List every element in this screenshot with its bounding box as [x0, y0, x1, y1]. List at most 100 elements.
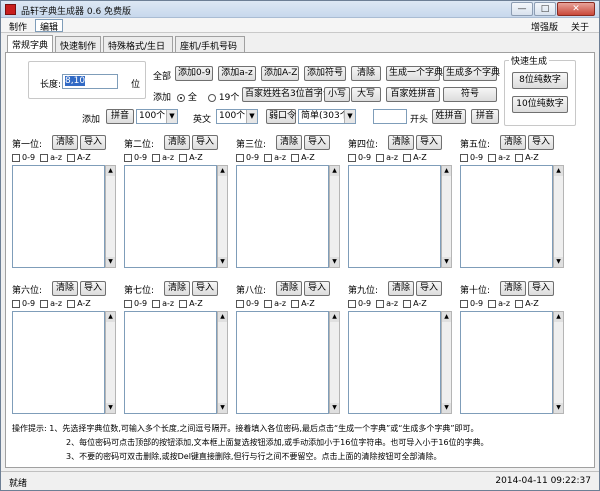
scroll-up-icon[interactable]: ▲ [330, 166, 339, 176]
scroll-down-icon[interactable]: ▼ [330, 403, 339, 413]
slot-checkbox-upper[interactable]: A-Z [515, 153, 539, 162]
checkbox-icon[interactable] [152, 153, 161, 162]
slot-scrollbar[interactable]: ▲ ▼ [105, 165, 116, 268]
slot-checkbox-upper[interactable]: A-Z [291, 299, 315, 308]
scroll-down-icon[interactable]: ▼ [218, 403, 227, 413]
slot-listbox[interactable] [348, 165, 441, 268]
slot-import-button[interactable]: 导入 [192, 281, 218, 296]
scroll-up-icon[interactable]: ▲ [442, 312, 451, 322]
prefix-input[interactable] [373, 109, 407, 124]
slot-checkbox-lower[interactable]: a-z [152, 299, 174, 308]
menu-edit[interactable]: 编辑 [35, 19, 64, 33]
slot-checkbox-upper[interactable]: A-Z [67, 299, 91, 308]
checkbox-icon[interactable] [460, 299, 468, 308]
scroll-down-icon[interactable]: ▼ [106, 257, 115, 267]
slot-checkbox-upper[interactable]: A-Z [403, 299, 427, 308]
checkbox-icon[interactable] [179, 299, 188, 308]
slot-checkbox-lower[interactable]: a-z [488, 299, 510, 308]
pinyin-button[interactable]: 拼音 [106, 109, 134, 124]
scroll-down-icon[interactable]: ▼ [554, 257, 563, 267]
slot-checkbox-digits[interactable]: 0-9 [12, 299, 35, 308]
checkbox-icon[interactable] [264, 153, 273, 162]
generate-one-dict-button[interactable]: 生成一个字典 [386, 66, 443, 81]
checkbox-icon[interactable] [488, 153, 497, 162]
slot-scrollbar[interactable]: ▲ ▼ [329, 311, 340, 414]
slot-scrollbar[interactable]: ▲ ▼ [441, 311, 452, 414]
slot-clear-button[interactable]: 清除 [52, 281, 78, 296]
scroll-down-icon[interactable]: ▼ [218, 257, 227, 267]
slot-checkbox-lower[interactable]: a-z [488, 153, 510, 162]
slot-checkbox-digits[interactable]: 0-9 [348, 153, 371, 162]
scroll-up-icon[interactable]: ▲ [554, 312, 563, 322]
slot-checkbox-digits[interactable]: 0-9 [124, 153, 147, 162]
add-lowercase-button[interactable]: 添加a-z [218, 66, 256, 81]
checkbox-icon[interactable] [40, 299, 49, 308]
slot-clear-button[interactable]: 清除 [164, 281, 190, 296]
lowercase-button[interactable]: 小写 [324, 87, 350, 102]
radio-all-option[interactable]: 全 [177, 90, 197, 103]
uppercase-button[interactable]: 大写 [351, 87, 381, 102]
slot-clear-button[interactable]: 清除 [52, 135, 78, 150]
surname-pinyin-add-button[interactable]: 姓拼音 [432, 109, 466, 124]
slot-import-button[interactable]: 导入 [80, 135, 106, 150]
add-digits-button[interactable]: 添加0-9 [175, 66, 213, 81]
slot-clear-button[interactable]: 清除 [388, 135, 414, 150]
slot-import-button[interactable]: 导入 [416, 135, 442, 150]
slot-scrollbar[interactable]: ▲ ▼ [329, 165, 340, 268]
add-symbols-button[interactable]: 添加符号 [304, 66, 346, 81]
checkbox-icon[interactable] [403, 299, 412, 308]
weak-password-button[interactable]: 弱口令 [266, 109, 296, 124]
slot-clear-button[interactable]: 清除 [164, 135, 190, 150]
slot-listbox[interactable] [348, 311, 441, 414]
slot-scrollbar[interactable]: ▲ ▼ [553, 165, 564, 268]
slot-clear-button[interactable]: 清除 [276, 135, 302, 150]
slot-checkbox-lower[interactable]: a-z [264, 299, 286, 308]
checkbox-icon[interactable] [460, 153, 468, 162]
add-uppercase-button[interactable]: 添加A-Z [261, 66, 299, 81]
slot-checkbox-lower[interactable]: a-z [264, 153, 286, 162]
tab-normal-dict[interactable]: 常规字典 [7, 35, 53, 52]
symbol-button[interactable]: 符号 [443, 87, 497, 102]
slot-listbox[interactable] [124, 165, 217, 268]
slot-checkbox-lower[interactable]: a-z [40, 299, 62, 308]
slot-import-button[interactable]: 导入 [528, 281, 554, 296]
slot-checkbox-digits[interactable]: 0-9 [12, 153, 35, 162]
slot-listbox[interactable] [236, 165, 329, 268]
pinyin-add-button[interactable]: 拼音 [471, 109, 499, 124]
slot-checkbox-digits[interactable]: 0-9 [236, 299, 259, 308]
slot-clear-button[interactable]: 清除 [500, 281, 526, 296]
slot-import-button[interactable]: 导入 [528, 135, 554, 150]
slot-checkbox-upper[interactable]: A-Z [515, 299, 539, 308]
close-button[interactable]: ✕ [557, 2, 595, 16]
checkbox-icon[interactable] [488, 299, 497, 308]
scroll-down-icon[interactable]: ▼ [442, 257, 451, 267]
chevron-down-icon[interactable]: ▼ [344, 110, 355, 123]
checkbox-icon[interactable] [124, 153, 132, 162]
slot-checkbox-upper[interactable]: A-Z [403, 153, 427, 162]
slot-checkbox-digits[interactable]: 0-9 [460, 299, 483, 308]
checkbox-icon[interactable] [12, 153, 20, 162]
menu-about[interactable]: 关于 [571, 20, 589, 33]
generate-many-dict-button[interactable]: 生成多个字典 [443, 66, 500, 81]
pinyin-count-select[interactable]: 100个 ▼ [136, 109, 178, 124]
scroll-up-icon[interactable]: ▲ [218, 312, 227, 322]
scroll-down-icon[interactable]: ▼ [330, 257, 339, 267]
scroll-up-icon[interactable]: ▲ [442, 166, 451, 176]
checkbox-icon[interactable] [515, 153, 524, 162]
slot-clear-button[interactable]: 清除 [388, 281, 414, 296]
tab-special-birthday[interactable]: 特殊格式/生日 [103, 36, 173, 52]
surname-initials-button[interactable]: 百家姓姓名3位首字母 [242, 87, 332, 102]
checkbox-icon[interactable] [67, 299, 76, 308]
slot-clear-button[interactable]: 清除 [500, 135, 526, 150]
slot-listbox[interactable] [460, 311, 553, 414]
slot-checkbox-lower[interactable]: a-z [152, 153, 174, 162]
checkbox-icon[interactable] [291, 153, 300, 162]
eight-digit-button[interactable]: 8位纯数字 [512, 72, 568, 89]
length-input[interactable]: 8,10 [62, 74, 118, 89]
slot-clear-button[interactable]: 清除 [276, 281, 302, 296]
english-count-select[interactable]: 100个 ▼ [216, 109, 258, 124]
slot-listbox[interactable] [124, 311, 217, 414]
slot-scrollbar[interactable]: ▲ ▼ [105, 311, 116, 414]
slot-listbox[interactable] [236, 311, 329, 414]
checkbox-icon[interactable] [403, 153, 412, 162]
